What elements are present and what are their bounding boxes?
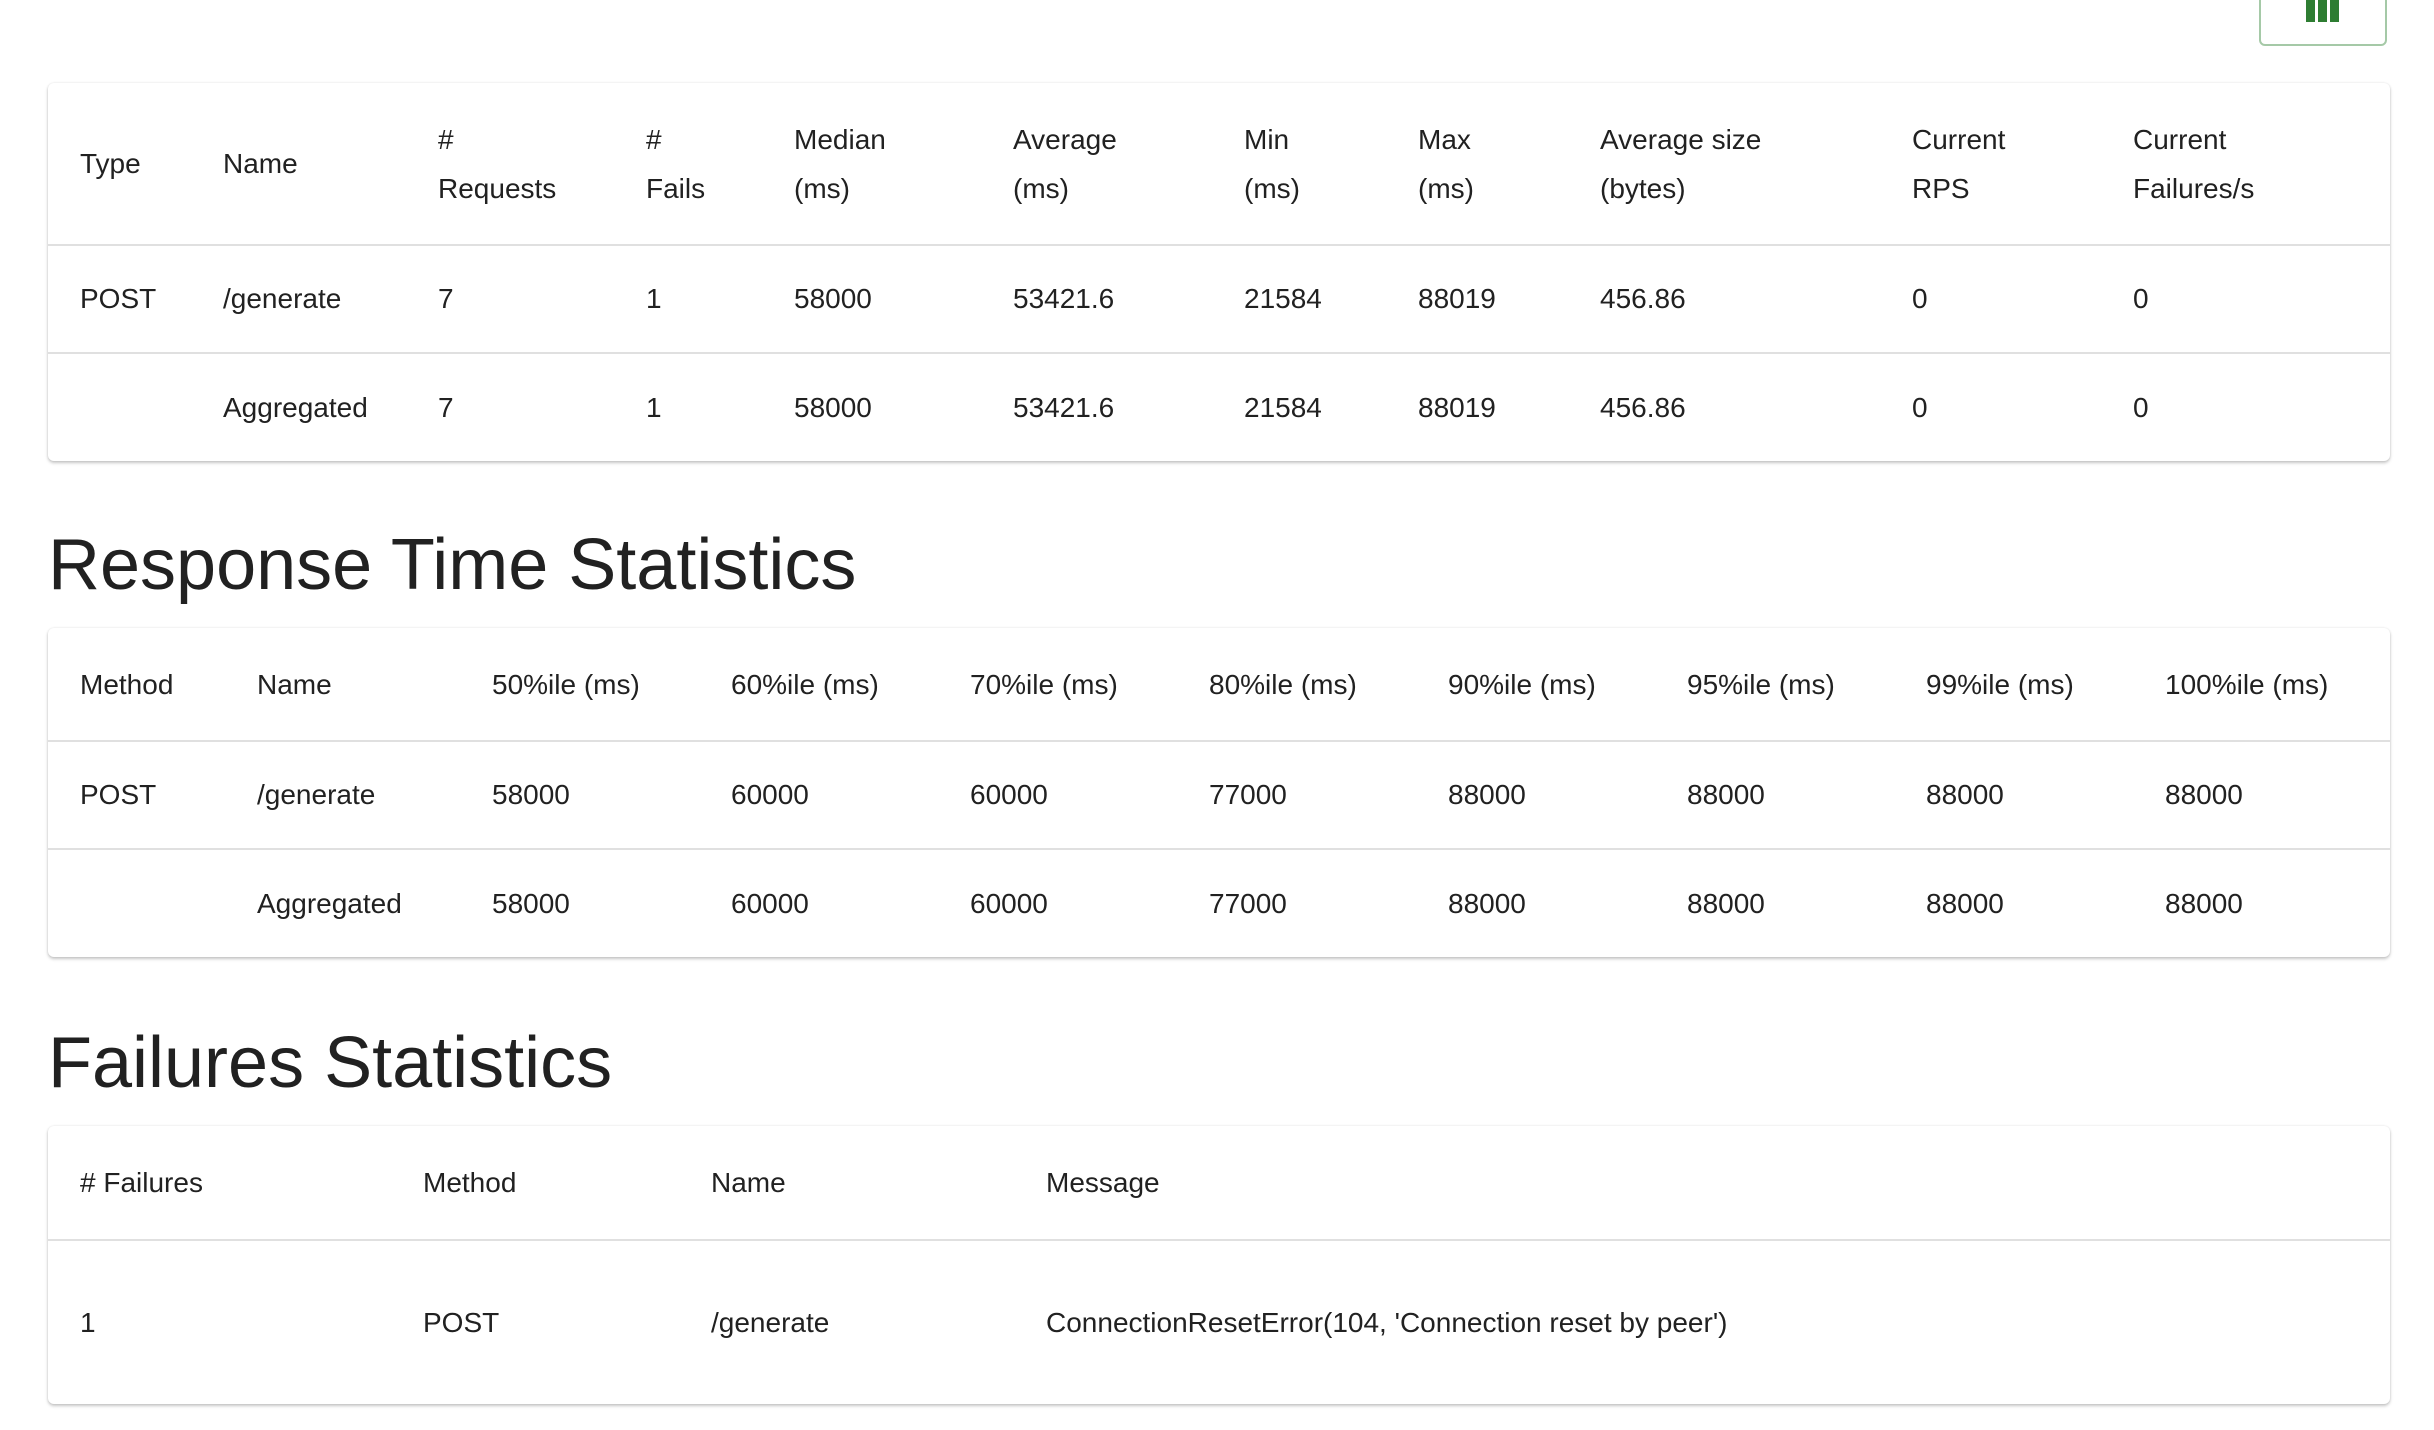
cell-method: POST: [48, 740, 225, 849]
cell-name: /generate: [679, 1239, 1014, 1404]
column-header-fails[interactable]: # Fails: [614, 83, 762, 245]
column-header-p99[interactable]: 99%ile (ms): [1894, 628, 2133, 741]
cell-type: [48, 352, 191, 461]
failures-statistics-title: Failures Statistics: [48, 1023, 613, 1103]
request-statistics-header-row: Type Name # Requests # Fails Median (ms) Av…: [48, 83, 2390, 245]
cell-p100: 88000: [2133, 848, 2390, 957]
failures-header-row: # Failures Method Name Message: [48, 1126, 2390, 1240]
column-header-requests[interactable]: # Requests: [406, 83, 614, 245]
cell-average-size: 456.86: [1568, 244, 1880, 353]
cell-failures: 1: [48, 1239, 391, 1404]
cell-current-failures: 0: [2101, 244, 2390, 353]
cell-average-size: 456.86: [1568, 352, 1880, 461]
response-time-header-row: Method Name 50%ile (ms) 60%ile (ms) 70%i…: [48, 628, 2390, 741]
cell-p80: 77000: [1177, 740, 1416, 849]
cell-min: 21584: [1212, 244, 1386, 353]
cell-p90: 88000: [1416, 740, 1655, 849]
column-header-name[interactable]: Name: [191, 83, 406, 245]
failures-statistics-table: # Failures Method Name Message 1 POST /g…: [48, 1126, 2390, 1404]
column-header-p50[interactable]: 50%ile (ms): [460, 628, 699, 741]
cell-p95: 88000: [1655, 740, 1894, 849]
cell-p50: 58000: [460, 848, 699, 957]
column-header-method[interactable]: Method: [391, 1126, 679, 1240]
cell-p50: 58000: [460, 740, 699, 849]
cell-current-rps: 0: [1880, 352, 2101, 461]
cell-p95: 88000: [1655, 848, 1894, 957]
column-header-name[interactable]: Name: [225, 628, 460, 741]
cell-fails: 1: [614, 352, 762, 461]
cell-message: ConnectionResetError(104, 'Connection re…: [1014, 1239, 2390, 1404]
column-header-average[interactable]: Average (ms): [981, 83, 1212, 245]
request-statistics-table: Type Name # Requests # Fails Median (ms) Av…: [48, 83, 2390, 461]
column-header-p90[interactable]: 90%ile (ms): [1416, 628, 1655, 741]
cell-requests: 7: [406, 244, 614, 353]
cell-p60: 60000: [699, 740, 938, 849]
column-header-current-failures[interactable]: Current Failures/s: [2101, 83, 2390, 245]
cell-name: Aggregated: [225, 848, 460, 957]
response-time-statistics-title: Response Time Statistics: [48, 525, 857, 605]
view-column-icon-bars: [2306, 0, 2339, 22]
cell-average: 53421.6: [981, 352, 1212, 461]
cell-p99: 88000: [1894, 848, 2133, 957]
table-row: Aggregated 7 1 58000 53421.6 21584 88019…: [48, 352, 2390, 461]
cell-name: /generate: [191, 244, 406, 353]
cell-average: 53421.6: [981, 244, 1212, 353]
cell-current-rps: 0: [1880, 244, 2101, 353]
column-header-name[interactable]: Name: [679, 1126, 1014, 1240]
cell-p70: 60000: [938, 848, 1177, 957]
response-time-statistics-card: Method Name 50%ile (ms) 60%ile (ms) 70%i…: [48, 628, 2390, 957]
table-row: POST /generate 58000 60000 60000 77000 8…: [48, 740, 2390, 849]
cell-p80: 77000: [1177, 848, 1416, 957]
table-row: Aggregated 58000 60000 60000 77000 88000…: [48, 848, 2390, 957]
column-header-p95[interactable]: 95%ile (ms): [1655, 628, 1894, 741]
cell-p60: 60000: [699, 848, 938, 957]
cell-median: 58000: [762, 244, 981, 353]
table-row: POST /generate 7 1 58000 53421.6 21584 8…: [48, 244, 2390, 353]
request-statistics-card: Type Name # Requests # Fails Median (ms) Av…: [48, 83, 2390, 461]
cell-fails: 1: [614, 244, 762, 353]
cell-p100: 88000: [2133, 740, 2390, 849]
failures-statistics-card: # Failures Method Name Message 1 POST /g…: [48, 1126, 2390, 1404]
cell-name: /generate: [225, 740, 460, 849]
cell-method: POST: [391, 1239, 679, 1404]
cell-current-failures: 0: [2101, 352, 2390, 461]
column-header-current-rps[interactable]: Current RPS: [1880, 83, 2101, 245]
cell-min: 21584: [1212, 352, 1386, 461]
column-header-type[interactable]: Type: [48, 83, 191, 245]
cell-name: Aggregated: [191, 352, 406, 461]
cell-max: 88019: [1386, 352, 1568, 461]
column-header-p60[interactable]: 60%ile (ms): [699, 628, 938, 741]
column-header-p70[interactable]: 70%ile (ms): [938, 628, 1177, 741]
column-header-min[interactable]: Min (ms): [1212, 83, 1386, 245]
locust-statistics-page: Type Name # Requests # Fails Median (ms) Av…: [0, 0, 2434, 1430]
view-column-icon: [2306, 0, 2339, 22]
column-header-message[interactable]: Message: [1014, 1126, 2390, 1240]
response-time-statistics-table: Method Name 50%ile (ms) 60%ile (ms) 70%i…: [48, 628, 2390, 957]
table-row: 1 POST /generate ConnectionResetError(10…: [48, 1239, 2390, 1404]
cell-type: POST: [48, 244, 191, 353]
column-header-median[interactable]: Median (ms): [762, 83, 981, 245]
column-header-average-size[interactable]: Average size (bytes): [1568, 83, 1880, 245]
column-header-method[interactable]: Method: [48, 628, 225, 741]
column-header-p100[interactable]: 100%ile (ms): [2133, 628, 2390, 741]
cell-p90: 88000: [1416, 848, 1655, 957]
column-header-p80[interactable]: 80%ile (ms): [1177, 628, 1416, 741]
column-header-max[interactable]: Max (ms): [1386, 83, 1568, 245]
cell-p99: 88000: [1894, 740, 2133, 849]
cell-p70: 60000: [938, 740, 1177, 849]
cell-max: 88019: [1386, 244, 1568, 353]
cell-requests: 7: [406, 352, 614, 461]
cell-median: 58000: [762, 352, 981, 461]
column-visibility-button[interactable]: [2259, 0, 2387, 46]
cell-method: [48, 848, 225, 957]
column-header-failures[interactable]: # Failures: [48, 1126, 391, 1240]
